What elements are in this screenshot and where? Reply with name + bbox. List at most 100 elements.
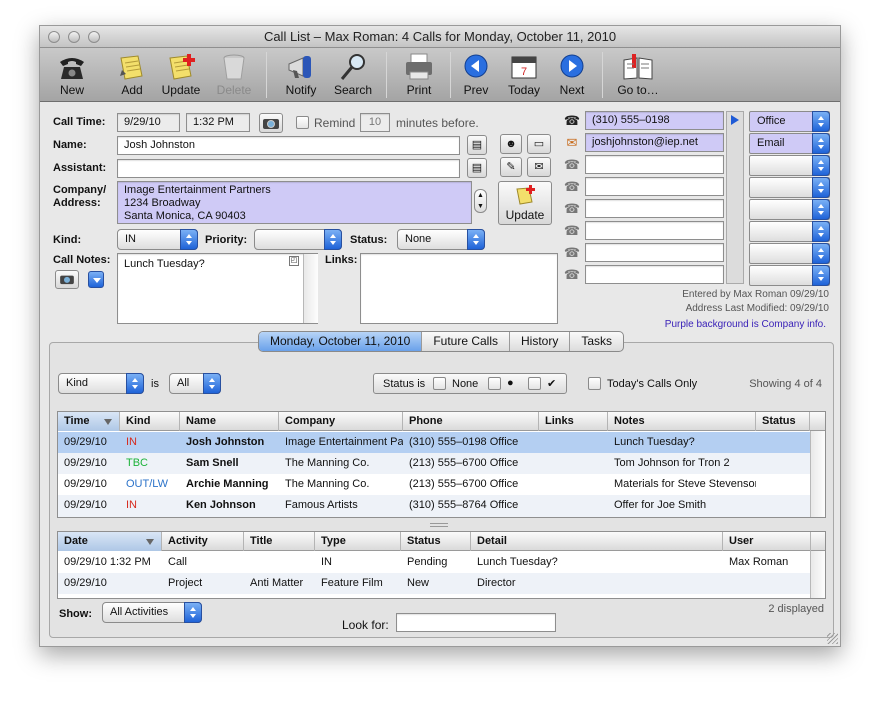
column-header-detail[interactable]: Detail [471, 532, 723, 551]
print-button[interactable]: Print [398, 50, 440, 100]
column-header-phone[interactable]: Phone [403, 412, 539, 431]
contact-value-field[interactable] [585, 177, 724, 196]
tab-history[interactable]: History [510, 332, 571, 351]
kind-select[interactable]: IN [117, 229, 198, 250]
sort-descending-icon[interactable] [146, 539, 154, 545]
contact-type-select[interactable] [749, 265, 830, 286]
contact-value-field[interactable]: joshjohnston@iep.net [585, 133, 724, 152]
goto-button[interactable]: Go to… [614, 50, 662, 100]
remind-minutes-field[interactable]: 10 [360, 113, 390, 132]
contact-type-select[interactable] [749, 177, 830, 198]
notes-scrollbar[interactable] [303, 254, 318, 323]
contact-value-field[interactable] [585, 155, 724, 174]
status-select[interactable]: None [397, 229, 485, 250]
tab-monday-october-11-2010[interactable]: Monday, October 11, 2010 [259, 332, 423, 351]
minimize-window-button[interactable] [68, 31, 80, 43]
assistant-lock-button[interactable]: ▤ [467, 158, 487, 178]
tab-future-calls[interactable]: Future Calls [422, 332, 510, 351]
column-header-status[interactable]: Status [756, 412, 810, 431]
today-only-checkbox[interactable] [588, 377, 601, 390]
contact-type-select[interactable] [749, 221, 830, 242]
look-for-field[interactable] [396, 613, 556, 632]
column-header-company[interactable]: Company [279, 412, 403, 431]
table-row[interactable]: 09/29/10 Project Anti Matter Feature Film Ne… [58, 573, 825, 594]
zoom-window-button[interactable] [88, 31, 100, 43]
phone-icon[interactable]: ☎ [563, 114, 581, 128]
update-button[interactable]: Update [158, 50, 204, 100]
phone-icon[interactable]: ☎ [563, 202, 581, 216]
camera-button[interactable] [259, 113, 283, 133]
address-stepper[interactable]: ▲ ▼ [474, 189, 487, 213]
phone-icon[interactable]: ☎ [563, 246, 581, 260]
contact-value-field[interactable] [585, 199, 724, 218]
close-window-button[interactable] [48, 31, 60, 43]
table-row[interactable]: 09/29/10 IN Josh Johnston Image Entertainme… [58, 432, 825, 453]
assistant-field[interactable] [117, 159, 460, 178]
contact-type-select[interactable]: Email [749, 133, 830, 154]
sort-descending-icon[interactable] [104, 419, 112, 425]
search-button[interactable]: Search [332, 50, 374, 100]
attach-button[interactable]: ✎ [500, 157, 522, 177]
notes-menu-button[interactable] [88, 271, 104, 288]
status-dot-checkbox[interactable] [488, 377, 501, 390]
notify-button[interactable]: Notify [280, 50, 322, 100]
email-icon[interactable]: ✉ [563, 136, 581, 150]
card-button[interactable]: ▭ [527, 134, 551, 154]
add-button[interactable]: Add [112, 50, 152, 100]
column-header-title[interactable]: Title [244, 532, 315, 551]
delete-button[interactable]: Delete [214, 50, 254, 100]
table-row[interactable]: 09/29/10 OUT/LW Archie Manning The Manning … [58, 474, 825, 495]
table-row[interactable]: 09/29/10 1:32 PM Call IN Pending Lunch Tuesd… [58, 552, 825, 573]
contact-type-select[interactable] [749, 199, 830, 220]
call-date-field[interactable]: 9/29/10 [117, 113, 180, 132]
activity-table-scrollbar[interactable] [810, 551, 825, 598]
column-header-activity[interactable]: Activity [162, 532, 244, 551]
name-lock-button[interactable]: ▤ [467, 135, 487, 155]
notes-camera-button[interactable] [55, 270, 79, 289]
play-triangle-icon[interactable] [731, 115, 739, 125]
address-update-button[interactable]: Update [498, 181, 552, 225]
resize-grip[interactable] [827, 633, 838, 644]
remind-checkbox[interactable] [296, 116, 309, 129]
table-row[interactable]: 09/29/10 TBC Sam Snell The Manning Co. (213)… [58, 453, 825, 474]
column-header-user[interactable]: User [723, 532, 811, 551]
contact-type-select[interactable] [749, 155, 830, 176]
person-button[interactable]: ☻ [500, 134, 522, 154]
column-header-name[interactable]: Name [180, 412, 279, 431]
company-address-field[interactable]: Image Entertainment Partners 1234 Broadw… [117, 181, 472, 224]
phone-icon[interactable]: ☎ [563, 224, 581, 238]
contact-type-select[interactable]: Office [749, 111, 830, 132]
today-button[interactable]: 7 Today [504, 50, 544, 100]
calls-table-scrollbar[interactable] [810, 431, 825, 517]
column-header-kind[interactable]: Kind [120, 412, 180, 431]
phone-icon[interactable]: ☎ [563, 268, 581, 282]
column-header-status[interactable]: Status [401, 532, 471, 551]
status-none-checkbox[interactable] [433, 377, 446, 390]
priority-select[interactable] [254, 229, 342, 250]
column-header-notes[interactable]: Notes [608, 412, 756, 431]
new-button[interactable]: New [50, 50, 94, 100]
contact-value-field[interactable]: (310) 555–0198 [585, 111, 724, 130]
next-button[interactable]: Next [554, 50, 590, 100]
prev-button[interactable]: Prev [458, 50, 494, 100]
table-row[interactable]: 09/29/10 IN Ken Johnson Famous Artists (310)… [58, 495, 825, 516]
contact-value-field[interactable] [585, 221, 724, 240]
status-check-checkbox[interactable] [528, 377, 541, 390]
column-header-type[interactable]: Type [315, 532, 401, 551]
filter-value-select[interactable]: All [169, 373, 221, 394]
tab-tasks[interactable]: Tasks [570, 332, 623, 351]
contact-value-field[interactable] [585, 265, 724, 284]
filter-field-select[interactable]: Kind [58, 373, 144, 394]
show-select[interactable]: All Activities [102, 602, 202, 623]
name-field[interactable]: Josh Johnston [117, 136, 460, 155]
call-notes-field[interactable]: Lunch Tuesday? [117, 253, 318, 324]
mail-button[interactable]: ✉ [527, 157, 551, 177]
contact-scroll-strip[interactable] [726, 111, 744, 284]
contact-type-select[interactable] [749, 243, 830, 264]
contact-value-field[interactable] [585, 243, 724, 262]
split-handle[interactable] [430, 523, 448, 527]
column-header-links[interactable]: Links [539, 412, 608, 431]
expand-icon[interactable]: ◰ [289, 256, 299, 266]
call-clock-field[interactable]: 1:32 PM [186, 113, 250, 132]
links-field[interactable] [360, 253, 558, 324]
